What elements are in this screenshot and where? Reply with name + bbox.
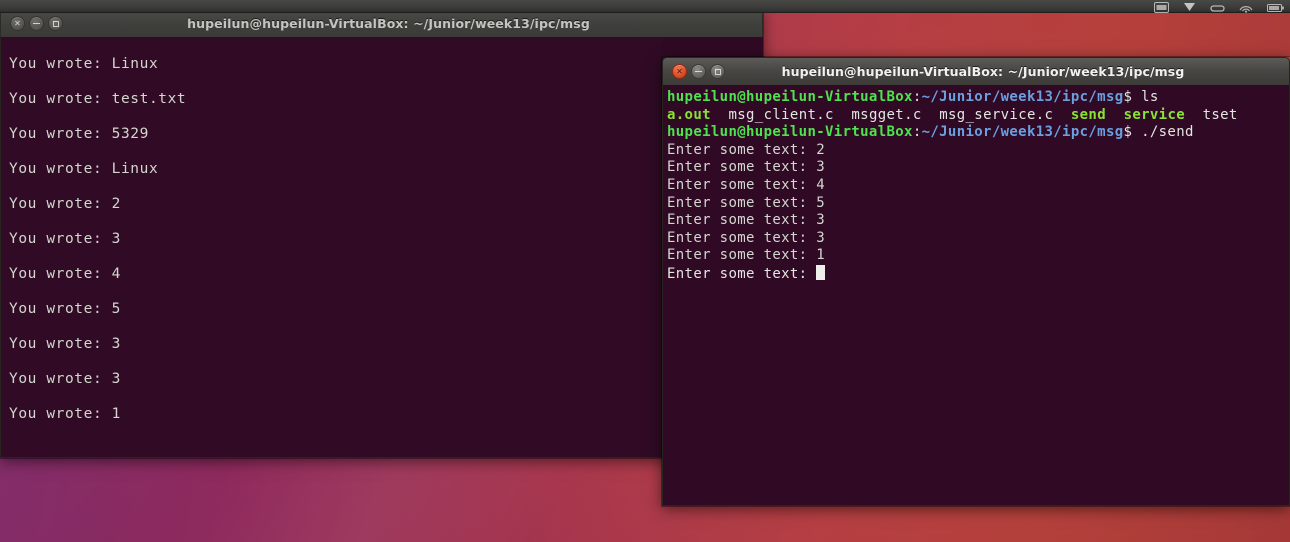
ls-entry: tset: [1202, 106, 1238, 123]
ls-entry: msg_client.c: [728, 106, 834, 123]
terminal-cursor-right: [816, 264, 826, 280]
close-icon: ✕: [676, 66, 683, 76]
minimize-button-right[interactable]: [691, 64, 706, 79]
terminal-output-left[interactable]: You wrote: Linux You wrote: test.txt You w…: [0, 37, 763, 458]
prompt-path: ~/Junior/week13/ipc/msg: [921, 124, 1124, 141]
ls-entry-gap: [834, 107, 852, 123]
terminal-line: You wrote: 2: [9, 196, 121, 212]
ls-entry-gap: [1185, 107, 1203, 123]
ls-entry: service: [1123, 106, 1186, 123]
prompt-sigil: $: [1123, 89, 1133, 105]
terminal-line: Enter some text: 5: [667, 194, 826, 211]
terminal-lines-left: You wrote: Linux You wrote: test.txt You w…: [9, 47, 754, 432]
ls-entry: msg_service.c: [939, 106, 1054, 123]
terminal-line: Enter some text: 3: [667, 229, 826, 246]
terminal-line: You wrote: Linux: [9, 161, 159, 177]
terminal-line: You wrote: Linux: [9, 56, 159, 72]
maximize-icon: [711, 65, 724, 78]
terminal-line: Enter some text: 1: [667, 247, 826, 264]
titlebar-left[interactable]: ✕ hupeilun@hupeilun-VirtualBox: ~/Junior…: [0, 9, 763, 37]
prompt-user-host: hupeilun@hupeilun-VirtualBox: [667, 89, 913, 105]
window-buttons-left: ✕: [10, 16, 63, 31]
terminal-window-left[interactable]: ✕ hupeilun@hupeilun-VirtualBox: ~/Junior…: [0, 9, 763, 458]
prompt-command: ls: [1132, 89, 1159, 105]
minimize-button-left[interactable]: [29, 16, 44, 31]
prompt-separator: :: [912, 89, 922, 105]
desktop-screen: ✕ hupeilun@hupeilun-VirtualBox: ~/Junior…: [0, 0, 1290, 542]
dropbox-indicator-icon[interactable]: [1183, 2, 1196, 13]
battery-indicator-icon[interactable]: [1267, 2, 1284, 13]
top-panel[interactable]: [0, 0, 1290, 13]
ls-entry-gap: [1106, 107, 1124, 123]
bluetooth-indicator-icon[interactable]: [1210, 2, 1225, 13]
window-title-left: hupeilun@hupeilun-VirtualBox: ~/Junior/w…: [187, 16, 590, 31]
maximize-icon: [49, 17, 62, 30]
maximize-button-left[interactable]: [48, 16, 63, 31]
terminal-line: You wrote: test.txt: [9, 91, 187, 107]
terminal-line: Enter some text:: [667, 265, 817, 282]
terminal-line: Enter some text: 2: [667, 141, 826, 158]
network-indicator-icon[interactable]: [1239, 2, 1253, 13]
terminal-line: You wrote: 3: [9, 336, 121, 352]
terminal-line: Enter some text: 3: [667, 159, 826, 176]
terminal-prompt-line: hupeilun@hupeilun-VirtualBox:~/Junior/we…: [667, 89, 1283, 107]
window-title-right: hupeilun@hupeilun-VirtualBox: ~/Junior/w…: [781, 64, 1185, 79]
terminal-cursor-line-right: Enter some text:: [667, 264, 1283, 284]
terminal-line: You wrote: 3: [9, 231, 121, 247]
terminal-output-right[interactable]: hupeilun@hupeilun-VirtualBox:~/Junior/we…: [662, 85, 1290, 506]
ls-entry-gap: [711, 107, 729, 123]
titlebar-right[interactable]: ✕ hupeilun@hupeilun-VirtualBox: ~/Junior…: [662, 57, 1290, 85]
ls-entry: a.out: [667, 106, 711, 123]
terminal-prompt-line: hupeilun@hupeilun-VirtualBox:~/Junior/we…: [667, 124, 1283, 142]
minimize-icon: [692, 65, 705, 78]
close-button-right[interactable]: ✕: [672, 64, 687, 79]
terminal-line: You wrote: 4: [9, 266, 121, 282]
ls-entry-gap: [1053, 107, 1071, 123]
prompt-separator: :: [912, 124, 922, 141]
terminal-window-right[interactable]: ✕ hupeilun@hupeilun-VirtualBox: ~/Junior…: [662, 57, 1290, 506]
close-icon: ✕: [14, 18, 21, 28]
maximize-button-right[interactable]: [710, 64, 725, 79]
ls-entry: send: [1070, 106, 1106, 123]
minimize-icon: [30, 17, 43, 30]
terminal-line: You wrote: 5329: [9, 126, 149, 142]
terminal-cursor-line-left: [9, 432, 754, 457]
prompt-path: ~/Junior/week13/ipc/msg: [921, 89, 1124, 105]
panel-indicator-area: [1154, 0, 1284, 13]
ls-entry-gap: [922, 107, 940, 123]
keyboard-indicator-icon[interactable]: [1154, 2, 1169, 13]
terminal-line: Enter some text: 4: [667, 176, 826, 193]
ls-entry: msgget.c: [851, 106, 922, 123]
close-button-left[interactable]: ✕: [10, 16, 25, 31]
window-buttons-right: ✕: [672, 64, 725, 79]
terminal-line: You wrote: 3: [9, 371, 121, 387]
terminal-lines-right: hupeilun@hupeilun-VirtualBox:~/Junior/we…: [667, 89, 1283, 284]
terminal-line: You wrote: 5: [9, 301, 121, 317]
prompt-sigil: $: [1123, 124, 1133, 141]
prompt-command: ./send: [1132, 124, 1194, 141]
terminal-line: Enter some text: 3: [667, 212, 826, 229]
prompt-user-host: hupeilun@hupeilun-VirtualBox: [667, 124, 913, 141]
terminal-line: You wrote: 1: [9, 406, 121, 422]
terminal-ls-output: a.out msg_client.c msgget.c msg_service.…: [667, 107, 1283, 125]
